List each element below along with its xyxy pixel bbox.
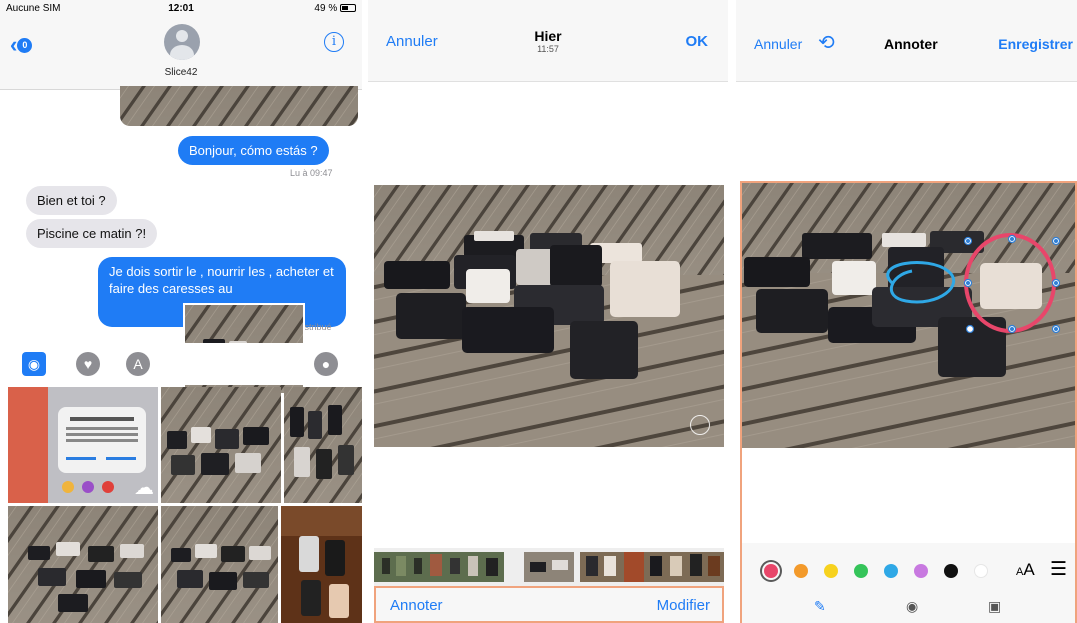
unread-badge: 0 (17, 38, 33, 53)
photo-grid-item[interactable] (8, 506, 158, 623)
microphone-icon[interactable]: ● (314, 352, 338, 376)
photo-time: 11:57 (537, 44, 559, 54)
photo-grid-item[interactable] (284, 387, 362, 503)
ok-button[interactable]: OK (686, 33, 709, 50)
photo-nav-bar: Annuler Hier 11:57 OK (368, 0, 728, 82)
battery-icon (340, 4, 356, 13)
color-swatch-orange[interactable] (794, 564, 808, 578)
annotation-canvas: AA ☰ ✎ ◉ ▣ (740, 181, 1077, 623)
annotated-photo[interactable] (742, 183, 1075, 448)
app-store-icon[interactable]: A (126, 352, 150, 376)
status-time: 12:01 (168, 3, 194, 14)
text-icon[interactable]: ▣ (988, 598, 1001, 615)
photo-grid-item[interactable] (281, 506, 362, 623)
undo-icon[interactable]: ⟲ (818, 30, 835, 55)
battery-percent: 49 % (314, 3, 338, 14)
page-title: Hier (534, 28, 562, 44)
color-swatch-yellow[interactable] (824, 564, 838, 578)
avatar[interactable] (164, 24, 200, 60)
messages-screen: Aucune SIM 12:01 49 % ‹ 0 Slice42 i Bonjo… (0, 0, 362, 623)
markup-toolbar: AA ☰ ✎ ◉ ▣ (742, 543, 1075, 623)
edit-button[interactable]: Modifier (657, 597, 710, 614)
color-swatch-black[interactable] (944, 564, 958, 578)
color-swatch-purple[interactable] (914, 564, 928, 578)
magnifier-icon[interactable]: ◉ (906, 598, 918, 615)
heart-touch-icon[interactable]: ♥ (76, 352, 100, 376)
annotate-nav-bar: Annuler ⟲ Annoter Enregistrer (736, 0, 1077, 82)
back-button[interactable]: ‹ 0 (10, 32, 33, 58)
menu-icon[interactable]: ☰ (1050, 558, 1067, 581)
photo-grid-item[interactable] (161, 387, 281, 503)
conversation-header: ‹ 0 Slice42 i (0, 18, 362, 90)
cancel-button[interactable]: Annuler (754, 36, 802, 52)
photo-grid-item[interactable] (161, 506, 278, 623)
main-photo[interactable] (374, 185, 724, 447)
photo-toolbar: Annoter Modifier (374, 586, 724, 623)
save-button[interactable]: Enregistrer (998, 36, 1073, 52)
photo-thumbnail-strip[interactable] (374, 548, 724, 586)
annotate-button[interactable]: Annoter (390, 597, 443, 614)
page-title: Annoter (884, 36, 938, 52)
status-bar: Aucune SIM 12:01 49 % (0, 0, 362, 18)
info-icon[interactable]: i (324, 32, 344, 52)
annotate-screen: Annuler ⟲ Annoter Enregistrer AA ☰ ✎ ◉ ▣ (736, 0, 1077, 623)
photo-date-title: Hier 11:57 (368, 28, 728, 54)
color-swatch-white[interactable] (974, 564, 988, 578)
icloud-icon: ☁ (134, 477, 154, 499)
message-bubble-incoming[interactable]: Bien et toi ? (26, 186, 117, 215)
color-swatch-red[interactable] (764, 564, 778, 578)
color-swatch-green[interactable] (854, 564, 868, 578)
contact-name[interactable]: Slice42 (0, 67, 362, 78)
photo-grid-item[interactable]: ☁ (8, 387, 158, 503)
camera-icon[interactable]: ◉ (22, 352, 46, 376)
message-bubble-outgoing[interactable]: Bonjour, cómo estás ? (178, 136, 329, 165)
pen-icon[interactable]: ✎ (814, 598, 826, 615)
live-photo-icon (690, 415, 710, 435)
sent-photo-thumbnail[interactable] (120, 86, 358, 126)
color-swatch-blue[interactable] (884, 564, 898, 578)
message-bubble-incoming[interactable]: Piscine ce matin ?! (26, 219, 158, 248)
text-size-button[interactable]: AA (1016, 560, 1035, 580)
battery-status: 49 % (314, 3, 356, 14)
imessage-apps-bar: ◉ ♥ A ● (0, 343, 362, 385)
read-receipt: Lu à 09:47 (290, 168, 333, 178)
photo-viewer-screen: Annuler Hier 11:57 OK Annoter Modifier (368, 0, 728, 623)
